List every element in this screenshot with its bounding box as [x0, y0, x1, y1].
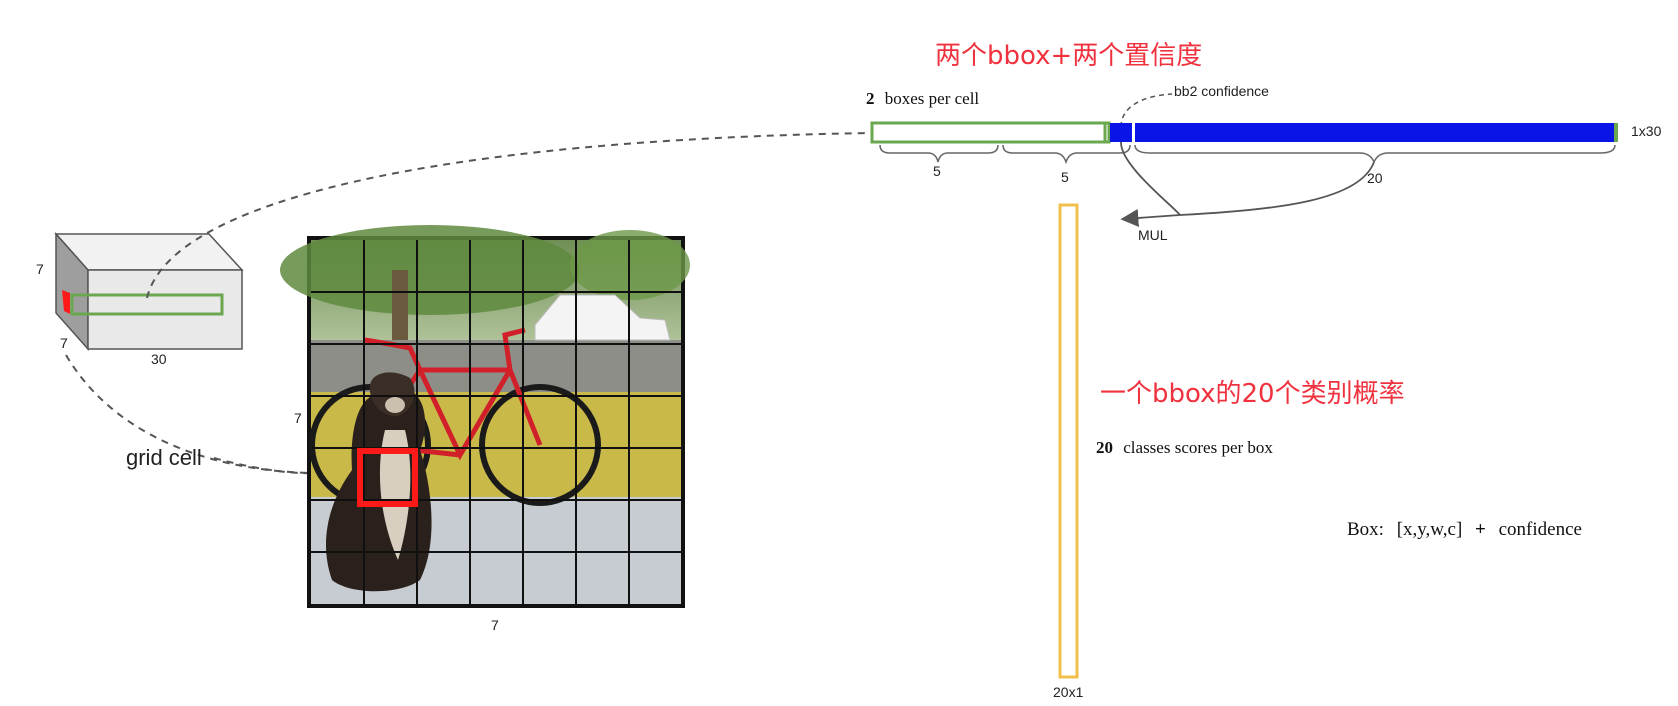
bb2-confidence-cell	[1110, 123, 1132, 142]
seg3-brace	[1134, 144, 1616, 164]
two-bbox-confidence-title: 两个bbox+两个置信度	[935, 41, 1202, 71]
tree-foliage	[280, 225, 580, 315]
bbox2-segment	[1103, 121, 1111, 144]
seg1-length-label: 5	[933, 163, 941, 179]
vector-end-cap	[1614, 123, 1618, 142]
class-scores-size-label: 20x1	[1053, 684, 1084, 700]
yolo-output-diagram: 7 7 30 7 7 grid cell 两个bbox+两个置信度 2 boxe…	[36, 41, 1662, 700]
cube-height-label: 7	[36, 261, 44, 277]
cube-width-label: 30	[151, 351, 167, 367]
cell-output-vector: 两个bbox+两个置信度 2 boxes per cell bb2 confid…	[866, 41, 1662, 243]
boxes-count: 2	[866, 89, 875, 108]
dog-muzzle	[385, 397, 405, 413]
tree-trunk	[392, 270, 408, 340]
image-grid-rows-label: 7	[294, 410, 302, 426]
mul-curve-from-classes	[1179, 161, 1375, 216]
class-scores-bar	[1058, 203, 1079, 679]
box-formula-vars: [x,y,w,c]	[1397, 519, 1463, 540]
image-grid-cols-label: 7	[491, 617, 499, 633]
box-formula-prefix: Box:	[1347, 519, 1384, 540]
input-image: 7 7	[280, 225, 690, 633]
grid-cell-label-dashed-line	[213, 457, 311, 475]
classes-text: classes scores per box	[1123, 438, 1273, 457]
boxes-per-cell-label: 2 boxes per cell	[866, 89, 979, 108]
bbox1-segment	[870, 121, 1107, 144]
mul-arrow	[1120, 208, 1181, 227]
box-formula-suffix: confidence	[1499, 519, 1582, 540]
class-probabilities-title: 一个bbox的20个类别概率	[1100, 379, 1405, 409]
seg2-length-label: 5	[1061, 169, 1069, 185]
classes-per-box-label: 20 classes scores per box	[1096, 438, 1273, 457]
grid-cell-label: grid cell	[126, 445, 202, 470]
class-scores-vector: 20x1 一个bbox的20个类别概率 20 classes scores pe…	[1053, 203, 1405, 700]
bb2-confidence-label: bb2 confidence	[1174, 83, 1269, 99]
cube-depth-label: 7	[60, 335, 68, 351]
classes-count: 20	[1096, 438, 1113, 457]
cube-front-face	[87, 269, 243, 350]
output-tensor-cube: 7 7 30	[36, 232, 244, 367]
seg2-brace	[1002, 144, 1131, 165]
class-probabilities-segment	[1135, 123, 1615, 142]
seg3-length-label: 20	[1367, 170, 1383, 186]
bb2-confidence-leader	[1120, 93, 1173, 128]
box-formula: Box: [x,y,w,c] + confidence	[1347, 519, 1582, 540]
vector-size-label: 1x30	[1631, 123, 1662, 139]
mul-label: MUL	[1138, 227, 1168, 243]
boxes-text: boxes per cell	[885, 89, 980, 108]
seg1-brace	[879, 144, 999, 163]
box-formula-plus: +	[1475, 519, 1486, 540]
